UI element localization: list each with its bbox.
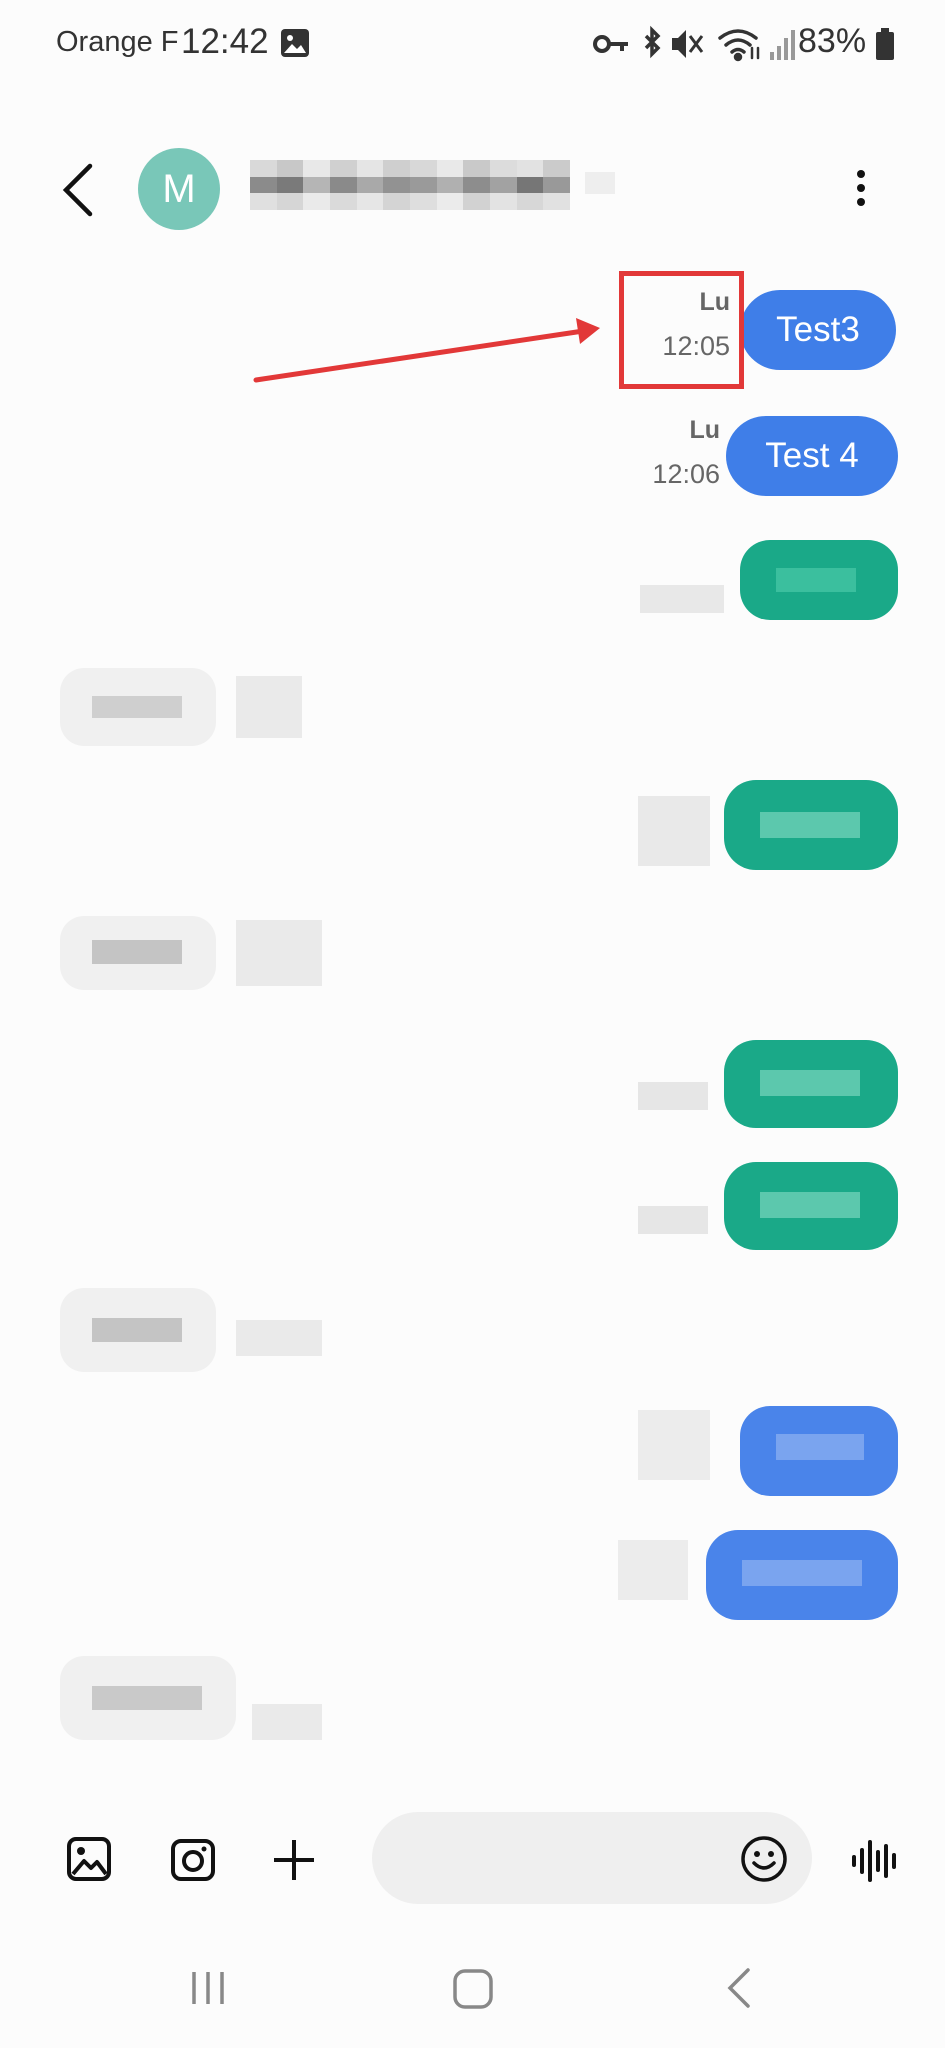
gallery-notification-icon bbox=[281, 29, 309, 57]
redacted-timestamp bbox=[236, 1320, 322, 1356]
redacted-message-incoming[interactable] bbox=[60, 1288, 216, 1372]
message-bubble-outgoing[interactable]: Test 4 bbox=[726, 416, 898, 496]
redacted-message-outgoing[interactable] bbox=[724, 780, 898, 870]
avatar-letter: M bbox=[162, 166, 196, 211]
redacted-timestamp bbox=[638, 796, 710, 866]
more-options-button[interactable] bbox=[846, 164, 876, 214]
home-icon[interactable] bbox=[452, 1968, 494, 2010]
message-time: 12:06 bbox=[652, 459, 720, 489]
redacted-message-incoming[interactable] bbox=[60, 668, 216, 746]
redacted-message-outgoing[interactable] bbox=[724, 1040, 898, 1128]
redacted-message-outgoing[interactable] bbox=[706, 1530, 898, 1620]
redacted-timestamp bbox=[618, 1540, 688, 1600]
redacted-message-incoming[interactable] bbox=[60, 916, 216, 990]
redacted-message-outgoing[interactable] bbox=[724, 1162, 898, 1250]
carrier-label: Orange F bbox=[56, 26, 179, 58]
redacted-timestamp bbox=[638, 1082, 708, 1110]
redacted-timestamp bbox=[252, 1704, 322, 1740]
contact-avatar[interactable]: M bbox=[138, 148, 220, 230]
redacted-message-outgoing[interactable] bbox=[740, 1406, 898, 1496]
annotation-arrow bbox=[253, 318, 600, 383]
menu-dot bbox=[857, 184, 865, 192]
message-bubble-outgoing[interactable]: Test3 bbox=[740, 290, 896, 370]
redacted-timestamp bbox=[638, 1206, 708, 1234]
message-row: Lu 12:06 bbox=[620, 416, 720, 490]
key-icon bbox=[593, 35, 628, 53]
signal-icon bbox=[770, 30, 795, 60]
battery-icon bbox=[876, 28, 894, 60]
menu-dot bbox=[857, 198, 865, 206]
back-icon[interactable] bbox=[724, 1966, 754, 2010]
mute-icon bbox=[672, 30, 704, 58]
redacted-message-outgoing[interactable] bbox=[740, 540, 898, 620]
menu-dot bbox=[857, 170, 865, 178]
redacted-timestamp bbox=[638, 1410, 710, 1480]
redacted-timestamp bbox=[640, 585, 724, 613]
redacted-message-incoming[interactable] bbox=[60, 1656, 236, 1740]
contact-name-redacted[interactable] bbox=[250, 160, 620, 212]
emoji-icon[interactable] bbox=[740, 1835, 788, 1883]
highlight-annotation bbox=[619, 271, 744, 389]
message-day: Lu bbox=[689, 416, 720, 444]
plus-icon[interactable] bbox=[272, 1838, 316, 1882]
recents-icon[interactable] bbox=[188, 1968, 228, 2008]
camera-icon[interactable] bbox=[170, 1838, 216, 1882]
battery-percent: 83% bbox=[798, 22, 867, 60]
redacted-timestamp bbox=[236, 920, 322, 986]
bluetooth-icon bbox=[644, 25, 661, 59]
gallery-icon[interactable] bbox=[66, 1836, 112, 1882]
redacted-timestamp bbox=[236, 676, 302, 738]
wifi-icon bbox=[718, 29, 760, 62]
status-bar: Orange F 12:42 83% bbox=[0, 0, 945, 90]
voice-icon[interactable] bbox=[850, 1838, 900, 1884]
back-button[interactable] bbox=[56, 160, 100, 220]
status-clock: 12:42 bbox=[181, 22, 269, 61]
